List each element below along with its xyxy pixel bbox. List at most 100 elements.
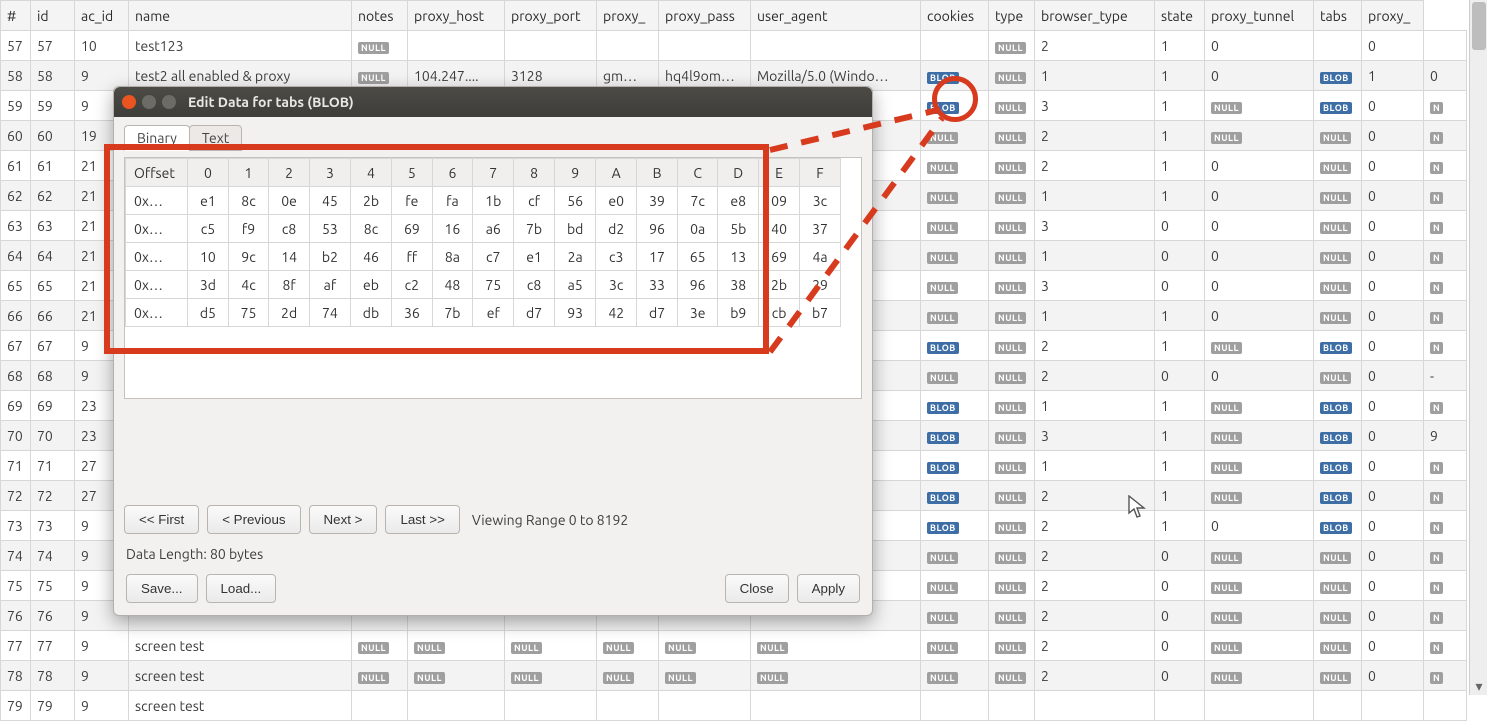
hex-cell[interactable]: 7b — [514, 215, 555, 243]
hex-cell[interactable]: 8c — [350, 215, 391, 243]
table-cell[interactable]: NULL — [352, 631, 408, 661]
save-button[interactable]: Save... — [126, 574, 198, 603]
table-cell[interactable]: 74 — [31, 541, 75, 571]
table-cell[interactable]: 67 — [31, 331, 75, 361]
table-cell[interactable]: NULL — [989, 481, 1035, 511]
table-cell[interactable]: NULL — [989, 121, 1035, 151]
table-cell[interactable] — [751, 691, 921, 721]
table-cell[interactable]: 59 — [1, 91, 31, 121]
table-cell[interactable]: 58 — [31, 61, 75, 91]
table-cell[interactable]: 9 — [1424, 421, 1467, 451]
table-cell[interactable]: 0 — [1205, 31, 1314, 61]
table-cell[interactable]: N — [1424, 481, 1467, 511]
table-cell[interactable]: NULL — [1205, 631, 1314, 661]
hex-cell[interactable]: c8 — [514, 271, 555, 299]
column-header[interactable]: proxy_tunnel — [1205, 1, 1314, 31]
hex-cell[interactable]: c2 — [392, 271, 432, 299]
close-button[interactable]: Close — [725, 574, 789, 603]
hex-cell[interactable]: 0x… — [126, 243, 188, 271]
table-cell[interactable]: 68 — [1, 361, 31, 391]
apply-button[interactable]: Apply — [797, 574, 860, 603]
hex-cell[interactable]: e1 — [514, 243, 555, 271]
table-cell[interactable]: 65 — [31, 271, 75, 301]
hex-cell[interactable]: c8 — [269, 215, 310, 243]
hex-cell[interactable]: 1b — [473, 187, 514, 215]
vertical-scrollbar[interactable]: ▾ — [1469, 0, 1487, 695]
hex-cell[interactable]: 2a — [555, 243, 596, 271]
table-cell[interactable]: NULL — [505, 661, 597, 691]
table-cell[interactable]: N — [1424, 511, 1467, 541]
table-cell[interactable]: NULL — [921, 661, 989, 691]
table-cell[interactable]: 0 — [1155, 601, 1205, 631]
table-cell[interactable]: NULL — [1314, 631, 1362, 661]
window-close-icon[interactable] — [122, 95, 136, 109]
hex-cell[interactable]: 8c — [228, 187, 268, 215]
tab-text[interactable]: Text — [189, 125, 242, 151]
table-cell[interactable]: 9 — [75, 661, 129, 691]
hex-cell[interactable]: af — [310, 271, 351, 299]
hex-cell[interactable]: 39 — [637, 187, 678, 215]
table-cell[interactable]: NULL — [1205, 121, 1314, 151]
table-cell[interactable]: 76 — [31, 601, 75, 631]
table-cell[interactable] — [1424, 31, 1467, 61]
table-cell[interactable]: 0 — [1155, 211, 1205, 241]
table-cell[interactable]: 0 — [1155, 541, 1205, 571]
table-cell[interactable]: NULL — [989, 181, 1035, 211]
table-cell[interactable]: NULL — [989, 541, 1035, 571]
table-cell[interactable]: NULL — [505, 631, 597, 661]
hex-cell[interactable]: a5 — [555, 271, 596, 299]
table-cell[interactable]: 1 — [1155, 91, 1205, 121]
table-cell[interactable]: 60 — [31, 121, 75, 151]
table-cell[interactable]: NULL — [1314, 301, 1362, 331]
table-cell[interactable]: NULL — [1205, 331, 1314, 361]
table-cell[interactable]: 0 — [1155, 631, 1205, 661]
hex-cell[interactable]: 7c — [677, 187, 717, 215]
table-cell[interactable]: 71 — [1, 451, 31, 481]
next-button[interactable]: Next > — [309, 505, 378, 534]
last-button[interactable]: Last >> — [385, 505, 459, 534]
hex-cell[interactable]: 0x… — [126, 271, 188, 299]
table-cell[interactable]: 2 — [1035, 121, 1155, 151]
table-cell[interactable]: N — [1424, 181, 1467, 211]
hex-cell[interactable]: e0 — [596, 187, 637, 215]
hex-cell[interactable]: cb — [759, 299, 800, 327]
hex-cell[interactable]: 5b — [718, 215, 759, 243]
table-cell[interactable]: 1 — [1155, 31, 1205, 61]
table-cell[interactable]: 0 — [1362, 361, 1424, 391]
hex-cell[interactable]: eb — [350, 271, 391, 299]
table-cell[interactable]: 0 — [1362, 271, 1424, 301]
table-cell[interactable]: NULL — [1205, 601, 1314, 631]
table-cell[interactable]: 0 — [1362, 421, 1424, 451]
table-cell[interactable]: 70 — [31, 421, 75, 451]
table-cell[interactable]: NULL — [1205, 451, 1314, 481]
hex-cell[interactable]: d5 — [188, 299, 229, 327]
window-minimize-icon[interactable] — [142, 95, 156, 109]
column-header[interactable]: proxy_host — [408, 1, 505, 31]
table-cell[interactable]: 2 — [1035, 361, 1155, 391]
hex-cell[interactable]: 45 — [310, 187, 351, 215]
table-cell[interactable]: 63 — [1, 211, 31, 241]
hex-cell[interactable]: 7b — [432, 299, 473, 327]
table-cell[interactable]: 1 — [1155, 301, 1205, 331]
table-cell[interactable]: 73 — [31, 511, 75, 541]
table-cell[interactable]: 1 — [1155, 451, 1205, 481]
dialog-titlebar[interactable]: Edit Data for tabs (BLOB) — [114, 87, 872, 117]
table-cell[interactable]: 0 — [1155, 571, 1205, 601]
table-cell[interactable]: 66 — [31, 301, 75, 331]
table-cell[interactable]: screen test — [129, 691, 352, 721]
table-cell[interactable]: NULL — [1205, 571, 1314, 601]
table-cell[interactable]: 67 — [1, 331, 31, 361]
column-header[interactable]: state — [1155, 1, 1205, 31]
hex-cell[interactable]: 3e — [677, 299, 717, 327]
table-cell[interactable]: 1 — [1035, 61, 1155, 91]
table-cell[interactable]: 0 — [1362, 541, 1424, 571]
hex-cell[interactable]: 09 — [759, 187, 800, 215]
table-cell[interactable]: NULL — [989, 331, 1035, 361]
table-cell[interactable]: 0 — [1205, 151, 1314, 181]
hex-cell[interactable]: 2d — [269, 299, 310, 327]
hex-cell[interactable]: 3c — [596, 271, 637, 299]
table-cell[interactable]: N — [1424, 451, 1467, 481]
table-cell[interactable]: 2 — [1035, 631, 1155, 661]
table-cell[interactable] — [1314, 691, 1362, 721]
table-cell[interactable]: 1 — [1362, 61, 1424, 91]
